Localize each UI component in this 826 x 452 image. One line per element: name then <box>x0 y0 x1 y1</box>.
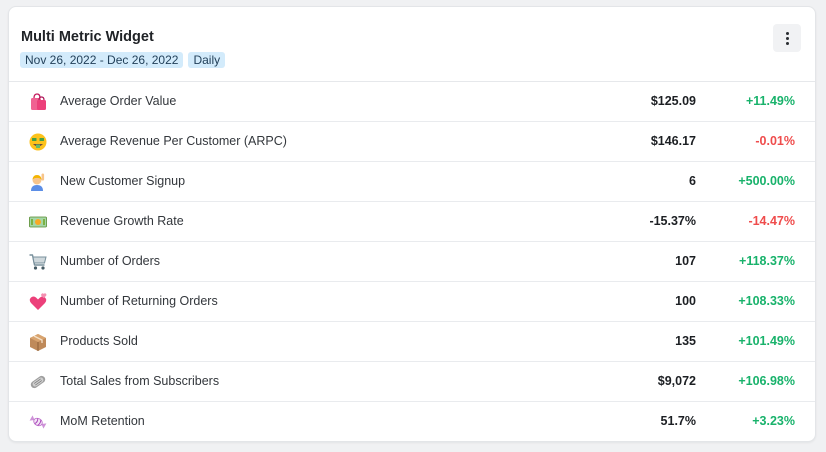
metric-change: +101.49% <box>738 334 795 348</box>
person-raising-hand-icon <box>27 171 49 193</box>
metric-value: 51.7% <box>660 414 696 428</box>
metric-value: 100 <box>675 294 696 308</box>
shopping-bags-icon <box>27 91 49 113</box>
metric-change: -0.01% <box>755 134 795 148</box>
metric-change: -14.47% <box>748 214 795 228</box>
more-vertical-icon <box>785 31 789 45</box>
metric-label: New Customer Signup <box>60 174 186 188</box>
more-options-button[interactable] <box>773 24 801 52</box>
metric-row[interactable]: Average Order Value $125.09 +11.49% <box>9 82 815 122</box>
metric-change: +3.23% <box>752 414 795 428</box>
metric-value: 107 <box>675 254 696 268</box>
metric-value: 6 <box>689 174 696 188</box>
metric-label: Revenue Growth Rate <box>60 214 184 228</box>
metric-label: MoM Retention <box>60 414 145 428</box>
metric-row[interactable]: Total Sales from Subscribers $9,072 +106… <box>9 362 815 402</box>
metric-row[interactable]: Revenue Growth Rate -15.37% -14.47% <box>9 202 815 242</box>
metric-label: Products Sold <box>60 334 138 348</box>
widget-title: Multi Metric Widget <box>21 29 154 45</box>
metric-row[interactable]: Products Sold 135 +101.49% <box>9 322 815 362</box>
rolled-newspaper-icon <box>27 371 49 393</box>
metric-label: Total Sales from Subscribers <box>60 374 220 388</box>
granularity-chip[interactable]: Daily <box>188 52 226 68</box>
metric-change: +500.00% <box>738 174 795 188</box>
metric-change: +11.49% <box>745 94 795 108</box>
package-icon <box>27 331 49 353</box>
metric-row[interactable]: Number of Returning Orders 100 +108.33% <box>9 282 815 322</box>
metric-value: $146.17 <box>650 134 696 148</box>
widget-header: Multi Metric Widget Nov 26, 2022 - Dec 2… <box>9 7 815 82</box>
metric-row[interactable]: MoM Retention 51.7% +3.23% <box>9 402 815 441</box>
metric-row[interactable]: Number of Orders 107 +118.37% <box>9 242 815 282</box>
dollar-banknote-icon <box>27 211 49 233</box>
metric-label: Average Revenue Per Customer (ARPC) <box>60 134 287 148</box>
metric-change: +106.98% <box>738 374 795 388</box>
widget-filters: Nov 26, 2022 - Dec 26, 2022 Daily <box>20 52 226 68</box>
metric-change: +118.37% <box>739 254 795 268</box>
multi-metric-widget: Multi Metric Widget Nov 26, 2022 - Dec 2… <box>8 6 816 442</box>
candy-icon <box>27 411 49 433</box>
money-mouth-face-icon <box>27 131 49 153</box>
revolving-hearts-icon <box>27 291 49 313</box>
metric-value: 135 <box>675 334 696 348</box>
metric-value: $125.09 <box>650 94 696 108</box>
metric-label: Number of Returning Orders <box>60 294 218 308</box>
shopping-cart-icon <box>27 251 49 273</box>
metric-row[interactable]: New Customer Signup 6 +500.00% <box>9 162 815 202</box>
metric-label: Average Order Value <box>60 94 177 108</box>
metric-label: Number of Orders <box>60 254 161 268</box>
metric-value: -15.37% <box>649 214 696 228</box>
metric-value: $9,072 <box>657 374 696 388</box>
metrics-list: Average Order Value $125.09 +11.49% Aver… <box>9 82 815 441</box>
date-range-chip[interactable]: Nov 26, 2022 - Dec 26, 2022 <box>20 52 184 68</box>
metric-change: +108.33% <box>738 294 795 308</box>
metric-row[interactable]: Average Revenue Per Customer (ARPC) $146… <box>9 122 815 162</box>
